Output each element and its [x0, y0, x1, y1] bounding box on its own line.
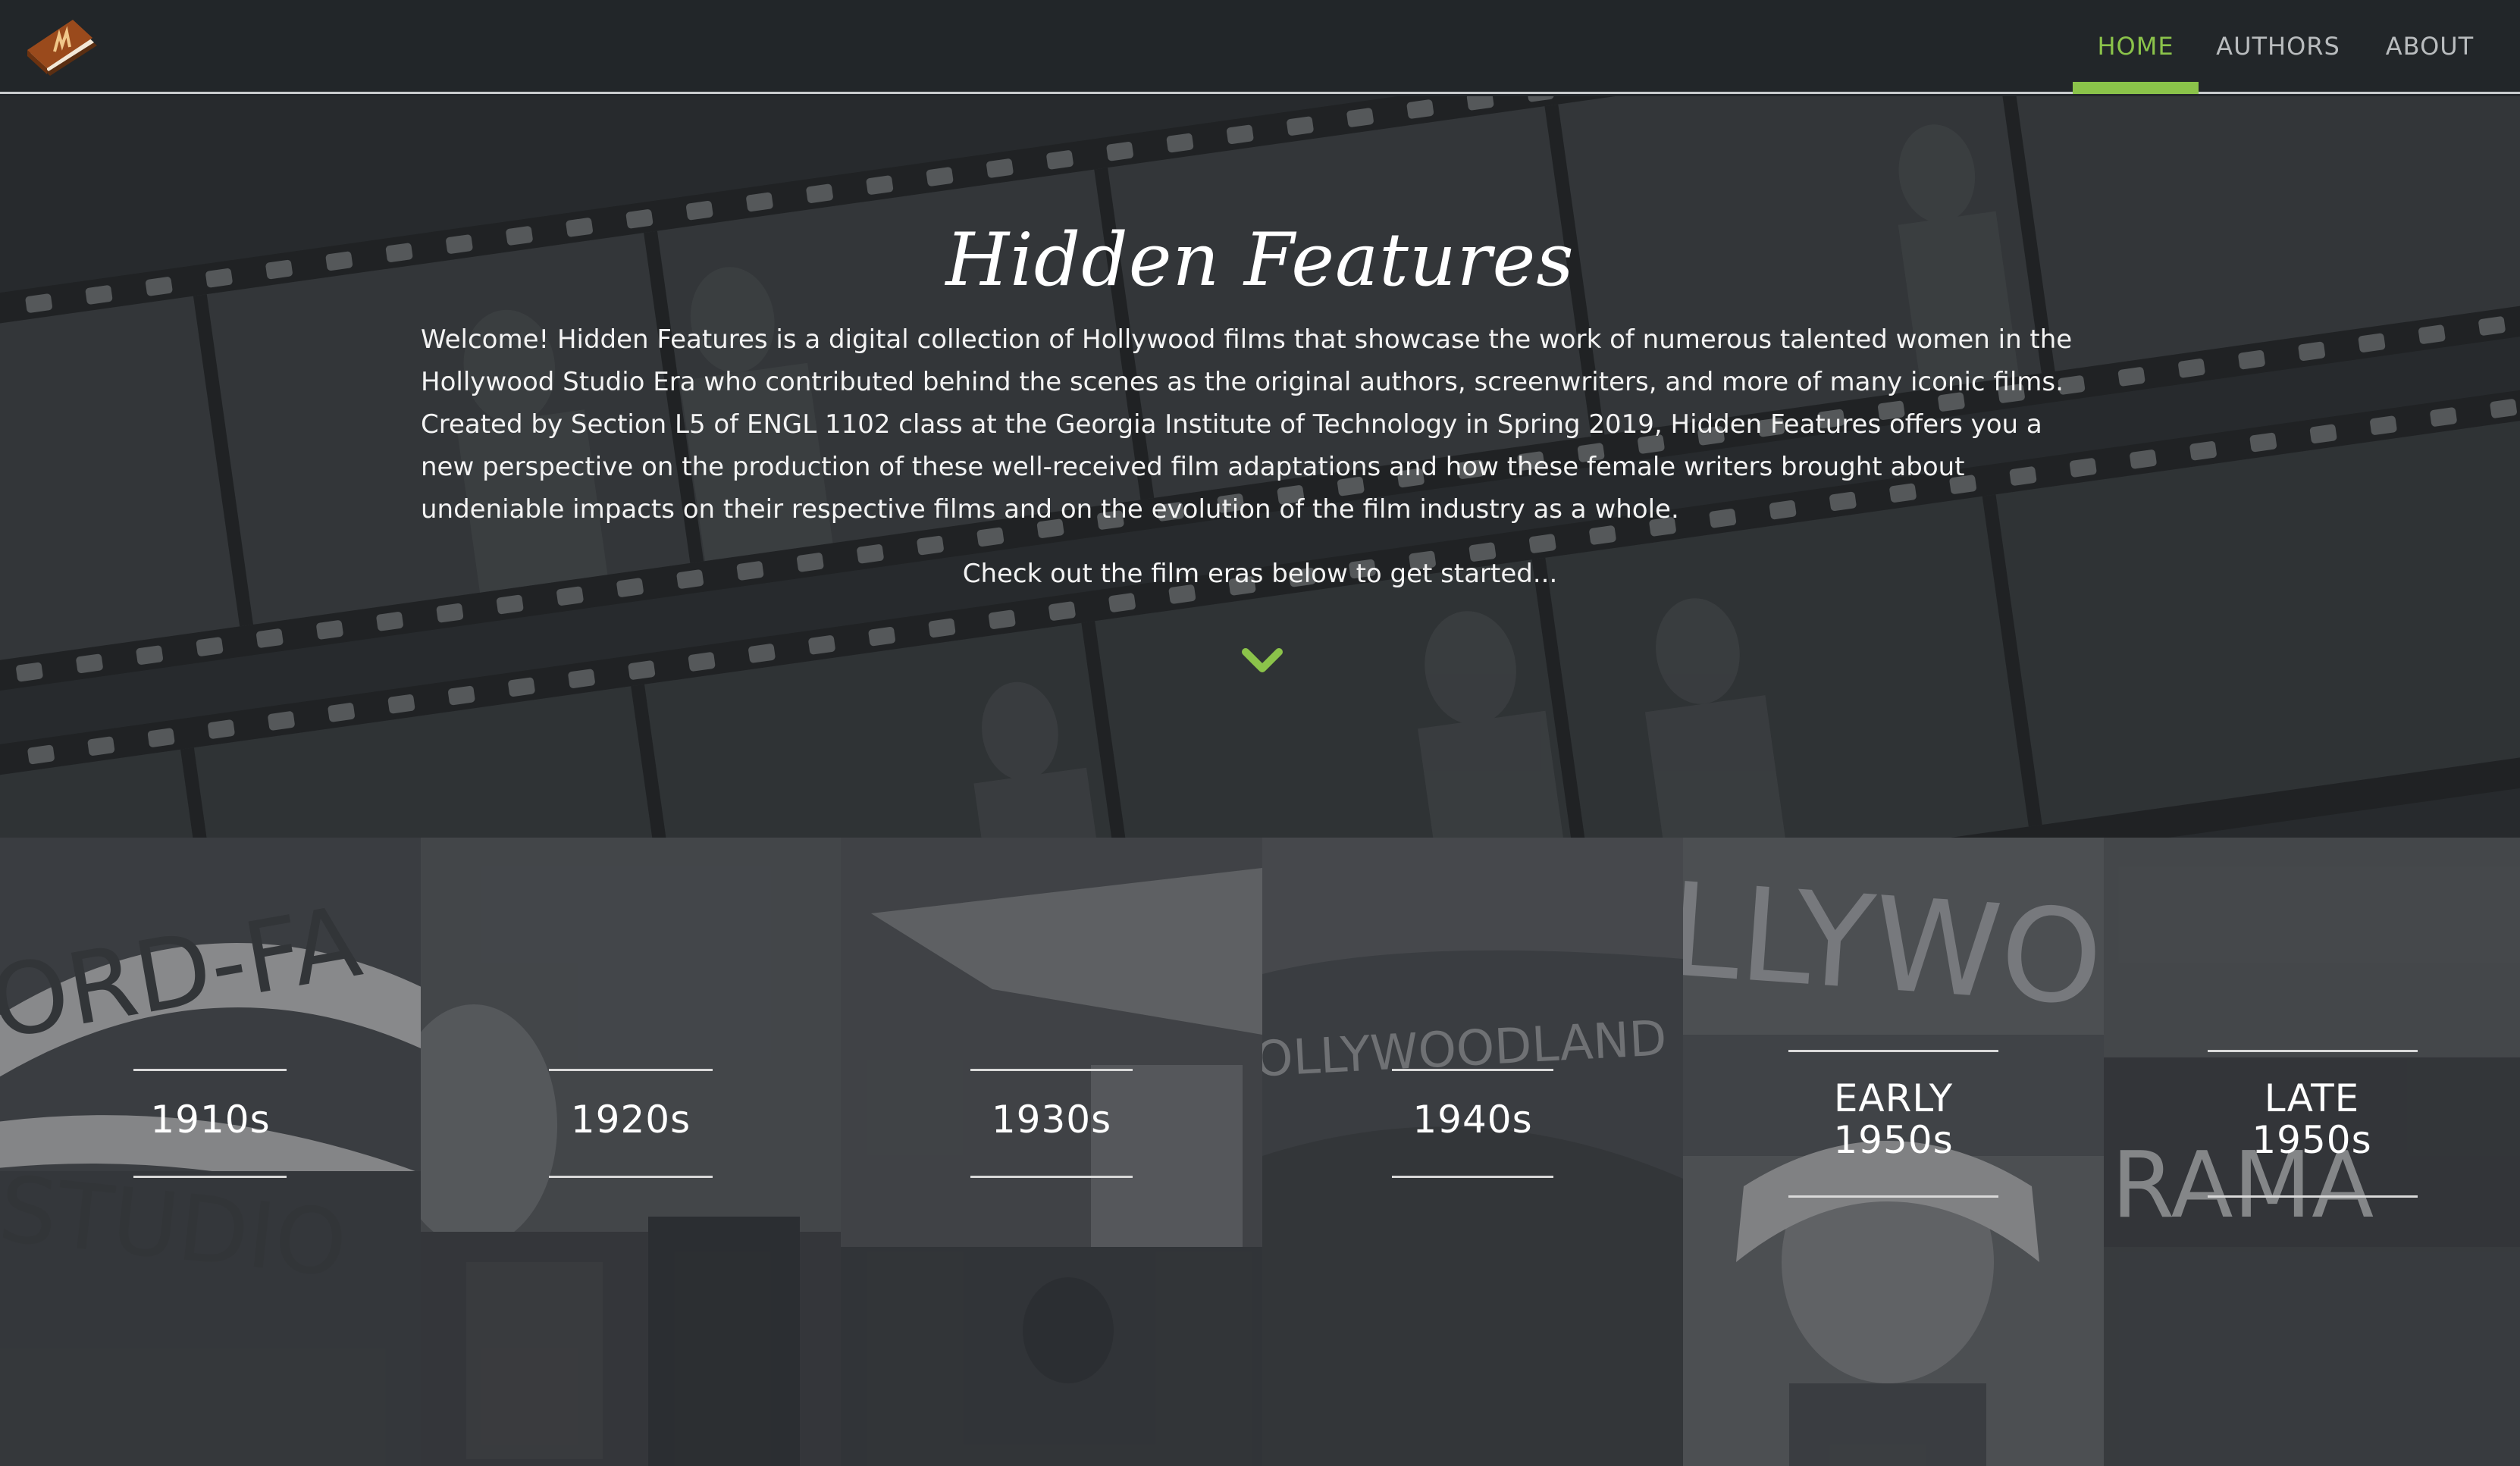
cta-text: Check out the film eras below to get sta… — [962, 559, 1558, 589]
intro-line: new perspective on the production of the… — [421, 452, 1965, 482]
era-early-1950s[interactable]: LLYWO EARLY 1950s — [1683, 838, 2104, 1466]
era-label: EARLY — [1833, 1076, 1954, 1120]
top-navbar: HOME AUTHORS ABOUT — [0, 0, 2520, 94]
era-1940s[interactable]: OLLYWOODLAND 1940s — [1262, 838, 1683, 1466]
era-divider-top — [970, 1069, 1133, 1071]
era-grid: ORD-FA STUDIO 1910s 1920s 1930s OLLYWOOD… — [0, 838, 2520, 1466]
era-divider-bottom — [133, 1176, 287, 1178]
era-divider-bottom — [1788, 1195, 1998, 1198]
intro-line: undeniable impacts on their respective f… — [421, 494, 1679, 525]
era-late-1950s[interactable]: RAMA LATE 1950s — [2104, 838, 2520, 1466]
hero-section: Hidden Features Welcome! Hidden Features… — [0, 96, 2520, 838]
era-label: 1910s — [150, 1098, 271, 1142]
era-shade — [1262, 838, 1683, 1466]
era-divider-top — [133, 1069, 287, 1071]
era-1920s[interactable]: 1920s — [421, 838, 841, 1466]
era-label: LATE — [2264, 1076, 2360, 1120]
era-label: 1950s — [2252, 1118, 2372, 1162]
page-title: Hidden Features — [945, 218, 1575, 302]
era-divider-top — [1392, 1069, 1553, 1071]
nav-about[interactable]: ABOUT — [2373, 0, 2487, 92]
era-divider-bottom — [549, 1176, 713, 1178]
intro-line: Welcome! Hidden Features is a digital co… — [421, 324, 2073, 355]
era-1910s[interactable]: ORD-FA STUDIO 1910s — [0, 838, 421, 1466]
era-1930s[interactable]: 1930s — [841, 838, 1262, 1466]
era-label: 1930s — [991, 1098, 1112, 1142]
era-divider-top — [1788, 1050, 1998, 1052]
intro-line: Hollywood Studio Era who contributed beh… — [421, 367, 2064, 397]
era-divider-bottom — [2208, 1195, 2418, 1198]
era-label: 1940s — [1412, 1098, 1533, 1142]
era-label: 1950s — [1833, 1118, 1954, 1162]
chevron-down-icon[interactable] — [1241, 646, 1284, 676]
intro-text: Welcome! Hidden Features is a digital co… — [421, 318, 2100, 531]
era-shade — [0, 838, 421, 1466]
era-divider-bottom — [1392, 1176, 1553, 1178]
nav-authors[interactable]: AUTHORS — [2206, 0, 2350, 92]
era-divider-top — [2208, 1050, 2418, 1052]
era-divider-top — [549, 1069, 713, 1071]
nav-home[interactable]: HOME — [2073, 0, 2199, 94]
era-label: 1920s — [570, 1098, 691, 1142]
book-icon[interactable] — [23, 12, 102, 79]
era-divider-bottom — [970, 1176, 1133, 1178]
era-shade — [421, 838, 841, 1466]
era-shade — [841, 838, 1262, 1466]
intro-line: Created by Section L5 of ENGL 1102 class… — [421, 409, 2042, 440]
